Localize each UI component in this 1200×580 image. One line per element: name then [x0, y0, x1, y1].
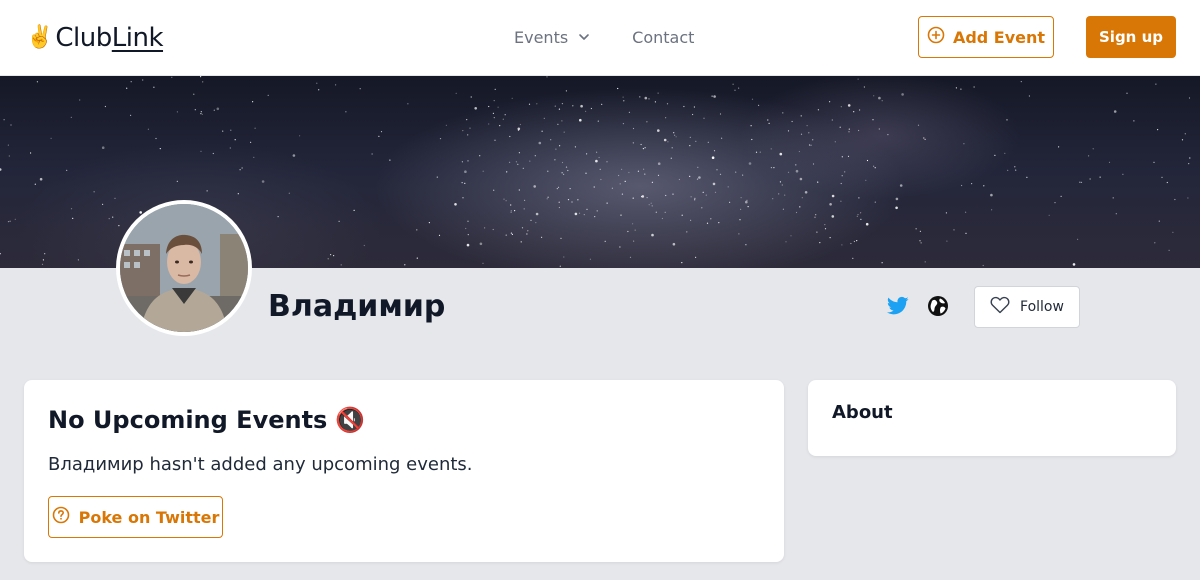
follow-label: Follow: [1020, 299, 1064, 315]
globe-icon[interactable]: [926, 294, 950, 318]
no-events-message: Владимир hasn't added any upcoming event…: [48, 454, 473, 475]
poke-on-twitter-button[interactable]: Poke on Twitter: [48, 496, 223, 538]
chevron-down-icon: [576, 29, 592, 45]
avatar: [116, 200, 252, 336]
nav-contact-link[interactable]: Contact: [632, 28, 694, 47]
follow-button[interactable]: Follow: [974, 286, 1080, 328]
nav-events-label: Events: [514, 27, 569, 47]
clublink-logo[interactable]: ✌️ ClubLink: [26, 20, 164, 56]
twitter-icon[interactable]: [886, 294, 910, 318]
poke-label: Poke on Twitter: [78, 507, 220, 527]
profile-name: Владимир: [268, 288, 446, 324]
heart-icon: [990, 296, 1010, 318]
sign-up-button[interactable]: Sign up: [1086, 16, 1176, 58]
about-card: About: [808, 380, 1176, 456]
main-nav: Events Contact: [514, 24, 694, 50]
add-event-label: Add Event: [952, 27, 1046, 47]
top-navbar: ✌️ ClubLink Events Contact Add Event Sig…: [0, 0, 1200, 76]
upcoming-events-card: No Upcoming Events 🔇 Владимир hasn't add…: [24, 380, 784, 562]
nav-events-dropdown[interactable]: Events: [514, 28, 592, 47]
question-circle-icon: [52, 506, 70, 528]
plus-circle-icon: [927, 26, 945, 48]
add-event-button[interactable]: Add Event: [918, 16, 1054, 58]
logo-text: ClubLink: [55, 23, 164, 53]
muted-speaker-icon: 🔇: [335, 406, 366, 434]
victory-hand-icon: ✌️: [26, 25, 54, 50]
about-title: About: [832, 402, 893, 423]
events-card-title: No Upcoming Events 🔇: [48, 406, 366, 434]
nav-contact-label: Contact: [632, 27, 695, 47]
